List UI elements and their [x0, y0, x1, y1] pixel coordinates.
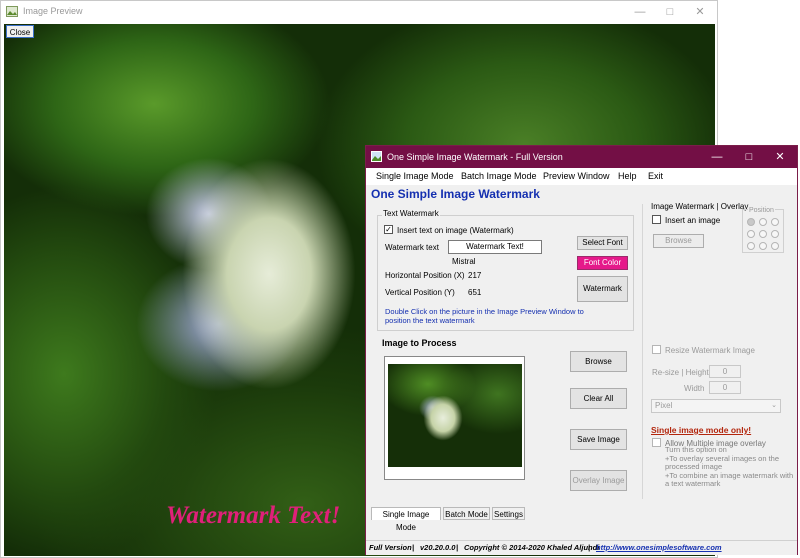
main-app-window: One Simple Image Watermark - Full Versio… — [365, 145, 798, 555]
resize-watermark-checkbox[interactable] — [652, 345, 661, 354]
menu-preview-window[interactable]: Preview Window — [543, 171, 610, 181]
text-watermark-legend: Text Watermark — [382, 209, 440, 218]
clear-all-button[interactable]: Clear All — [570, 388, 627, 409]
vertical-position-label: Vertical Position (Y) — [385, 288, 455, 297]
maximize-icon[interactable]: □ — [732, 146, 766, 168]
menu-help[interactable]: Help — [618, 171, 637, 181]
position-radio-center[interactable] — [759, 230, 767, 238]
minimize-icon[interactable]: — — [700, 146, 734, 168]
horizontal-position-value: 217 — [468, 271, 482, 280]
watermark-text-label: Watermark text — [385, 243, 439, 252]
position-radio-bottom-center[interactable] — [759, 242, 767, 250]
status-divider: | — [588, 543, 591, 552]
tab-settings[interactable]: Settings — [492, 507, 525, 520]
status-edition: Full Version — [369, 543, 412, 552]
main-titlebar[interactable]: One Simple Image Watermark - Full Versio… — [366, 146, 797, 168]
image-to-process-heading: Image to Process — [382, 338, 457, 348]
overlay-image-button[interactable]: Overlay Image — [570, 470, 627, 491]
font-name-label: Mistral — [452, 257, 476, 266]
insert-text-label: Insert text on image (Watermark) — [397, 226, 514, 235]
unit-select-value: Pixel — [655, 401, 673, 410]
single-mode-only-warning: Single image mode only! — [651, 425, 752, 435]
preview-close-button[interactable]: Close — [6, 25, 34, 38]
main-window-title: One Simple Image Watermark - Full Versio… — [387, 152, 563, 162]
position-radio-top-right[interactable] — [771, 218, 779, 226]
browse-watermark-image-button[interactable]: Browse — [653, 234, 704, 248]
website-link[interactable]: http://www.onesimplesoftware.com — [596, 541, 722, 555]
position-label: Position — [748, 207, 775, 214]
watermark-text-overlay: Watermark Text! — [166, 502, 341, 529]
close-icon[interactable]: ✕ — [763, 146, 797, 168]
horizontal-position-label: Horizontal Position (X) — [385, 271, 465, 280]
allow-multiple-overlay-checkbox[interactable] — [652, 438, 661, 447]
status-divider: | — [412, 543, 415, 552]
font-color-button[interactable]: Font Color — [577, 256, 628, 270]
menu-single-image-mode[interactable]: Single Image Mode — [376, 171, 454, 181]
tab-single-image-mode[interactable]: Single Image Mode — [371, 507, 441, 532]
save-image-button[interactable]: Save Image — [570, 429, 627, 450]
select-font-button[interactable]: Select Font — [577, 236, 628, 250]
menu-bar: Single Image Mode Batch Image Mode Previ… — [366, 168, 797, 185]
position-radio-bottom-right[interactable] — [771, 242, 779, 250]
insert-image-checkbox[interactable] — [652, 215, 661, 224]
status-divider: | — [456, 543, 459, 552]
app-heading: One Simple Image Watermark — [371, 187, 540, 201]
position-hint-text: Double Click on the picture in the Image… — [385, 307, 584, 325]
position-radio-top-center[interactable] — [759, 218, 767, 226]
multiple-overlay-description: Turn this option on +To overlay several … — [665, 445, 794, 489]
width-input[interactable]: 0 — [709, 381, 741, 394]
position-radio-top-left[interactable] — [747, 218, 755, 226]
image-watermark-legend: Image Watermark | Overlay — [651, 202, 749, 211]
menu-batch-image-mode[interactable]: Batch Image Mode — [461, 171, 537, 181]
width-label: Width — [684, 384, 705, 393]
insert-image-label: Insert an image — [665, 216, 721, 225]
watermark-text-field[interactable]: Watermark Text! — [448, 240, 542, 254]
position-radio-bottom-left[interactable] — [747, 242, 755, 250]
maximize-icon[interactable]: □ — [653, 1, 687, 23]
watermark-button[interactable]: Watermark — [577, 276, 628, 302]
position-radio-middle-right[interactable] — [771, 230, 779, 238]
app-watermark-icon — [371, 151, 382, 162]
vertical-position-value: 651 — [468, 288, 482, 297]
status-bar: Full Version | v20.20.0.0 | Copyright © … — [366, 540, 797, 555]
image-thumbnail-frame[interactable] — [384, 356, 525, 480]
height-input[interactable]: 0 — [709, 365, 741, 378]
preview-titlebar[interactable]: Image Preview — □ ✕ — [1, 1, 717, 23]
unit-select[interactable]: Pixel ⌄ — [651, 399, 781, 413]
image-thumbnail — [388, 364, 522, 467]
status-copyright: Copyright © 2014-2020 Khaled Aljundi — [464, 543, 600, 552]
menu-exit[interactable]: Exit — [648, 171, 663, 181]
browse-image-button[interactable]: Browse — [570, 351, 627, 372]
resize-height-label: Re-size | Height — [652, 368, 709, 377]
resize-watermark-label: Resize Watermark Image — [665, 346, 755, 355]
position-radio-middle-left[interactable] — [747, 230, 755, 238]
preview-app-icon — [6, 6, 18, 17]
minimize-icon[interactable]: — — [623, 1, 657, 23]
chevron-down-icon: ⌄ — [771, 402, 777, 409]
insert-text-checkbox[interactable]: ✓ — [384, 225, 393, 234]
preview-window-title: Image Preview — [23, 6, 83, 16]
tab-batch-mode[interactable]: Batch Mode — [443, 507, 490, 520]
status-version: v20.20.0.0 — [420, 543, 456, 552]
close-icon[interactable]: ✕ — [683, 1, 717, 23]
